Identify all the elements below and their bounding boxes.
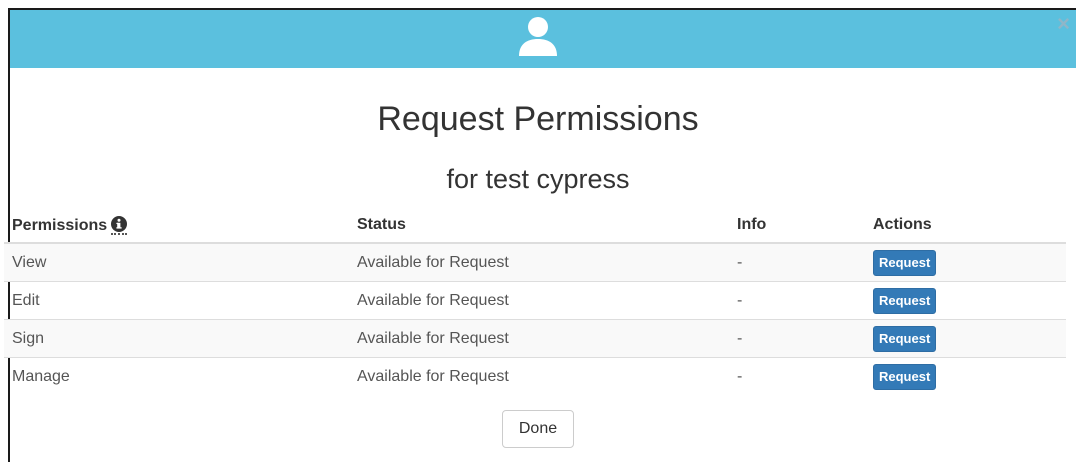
permissions-table: Permissions Status Info Actions View Ava… xyxy=(4,208,1066,395)
info-cell: - xyxy=(729,242,865,282)
permission-cell: Edit xyxy=(4,281,349,320)
table-row: Edit Available for Request - Request xyxy=(4,281,1066,320)
header-actions: Actions xyxy=(865,208,1066,244)
info-cell: - xyxy=(729,319,865,358)
actions-cell: Request xyxy=(865,319,1066,358)
header-permissions-label: Permissions xyxy=(12,216,108,234)
dialog-title: Request Permissions xyxy=(377,100,699,138)
modal-header-bar: × xyxy=(10,10,1076,68)
actions-cell: Request xyxy=(865,281,1066,320)
permission-cell: View xyxy=(4,242,349,282)
header-info: Info xyxy=(729,208,865,244)
dialog-subtitle: for test cypress xyxy=(446,164,630,194)
actions-cell: Request xyxy=(865,357,1066,395)
request-manage-button[interactable]: Request xyxy=(873,363,937,390)
request-sign-button[interactable]: Request xyxy=(873,325,937,352)
info-circle-icon[interactable] xyxy=(111,215,128,235)
info-cell: - xyxy=(729,281,865,320)
status-cell: Available for Request xyxy=(349,242,729,282)
info-cell: - xyxy=(729,357,865,395)
user-icon xyxy=(519,17,557,56)
table-row: Manage Available for Request - Request xyxy=(4,357,1066,395)
table-row: View Available for Request - Request xyxy=(4,242,1066,282)
table-header-row: Permissions Status Info Actions xyxy=(4,208,1066,244)
request-view-button[interactable]: Request xyxy=(873,249,937,276)
header-permissions: Permissions xyxy=(4,208,349,244)
header-status: Status xyxy=(349,208,729,244)
permission-cell: Sign xyxy=(4,319,349,358)
request-edit-button[interactable]: Request xyxy=(873,287,937,314)
actions-cell: Request xyxy=(865,242,1066,282)
status-cell: Available for Request xyxy=(349,281,729,320)
status-cell: Available for Request xyxy=(349,319,729,358)
table-row: Sign Available for Request - Request xyxy=(4,319,1066,358)
done-button[interactable]: Done xyxy=(502,410,574,448)
close-button[interactable]: × xyxy=(1057,12,1070,36)
status-cell: Available for Request xyxy=(349,357,729,395)
permission-cell: Manage xyxy=(4,357,349,395)
